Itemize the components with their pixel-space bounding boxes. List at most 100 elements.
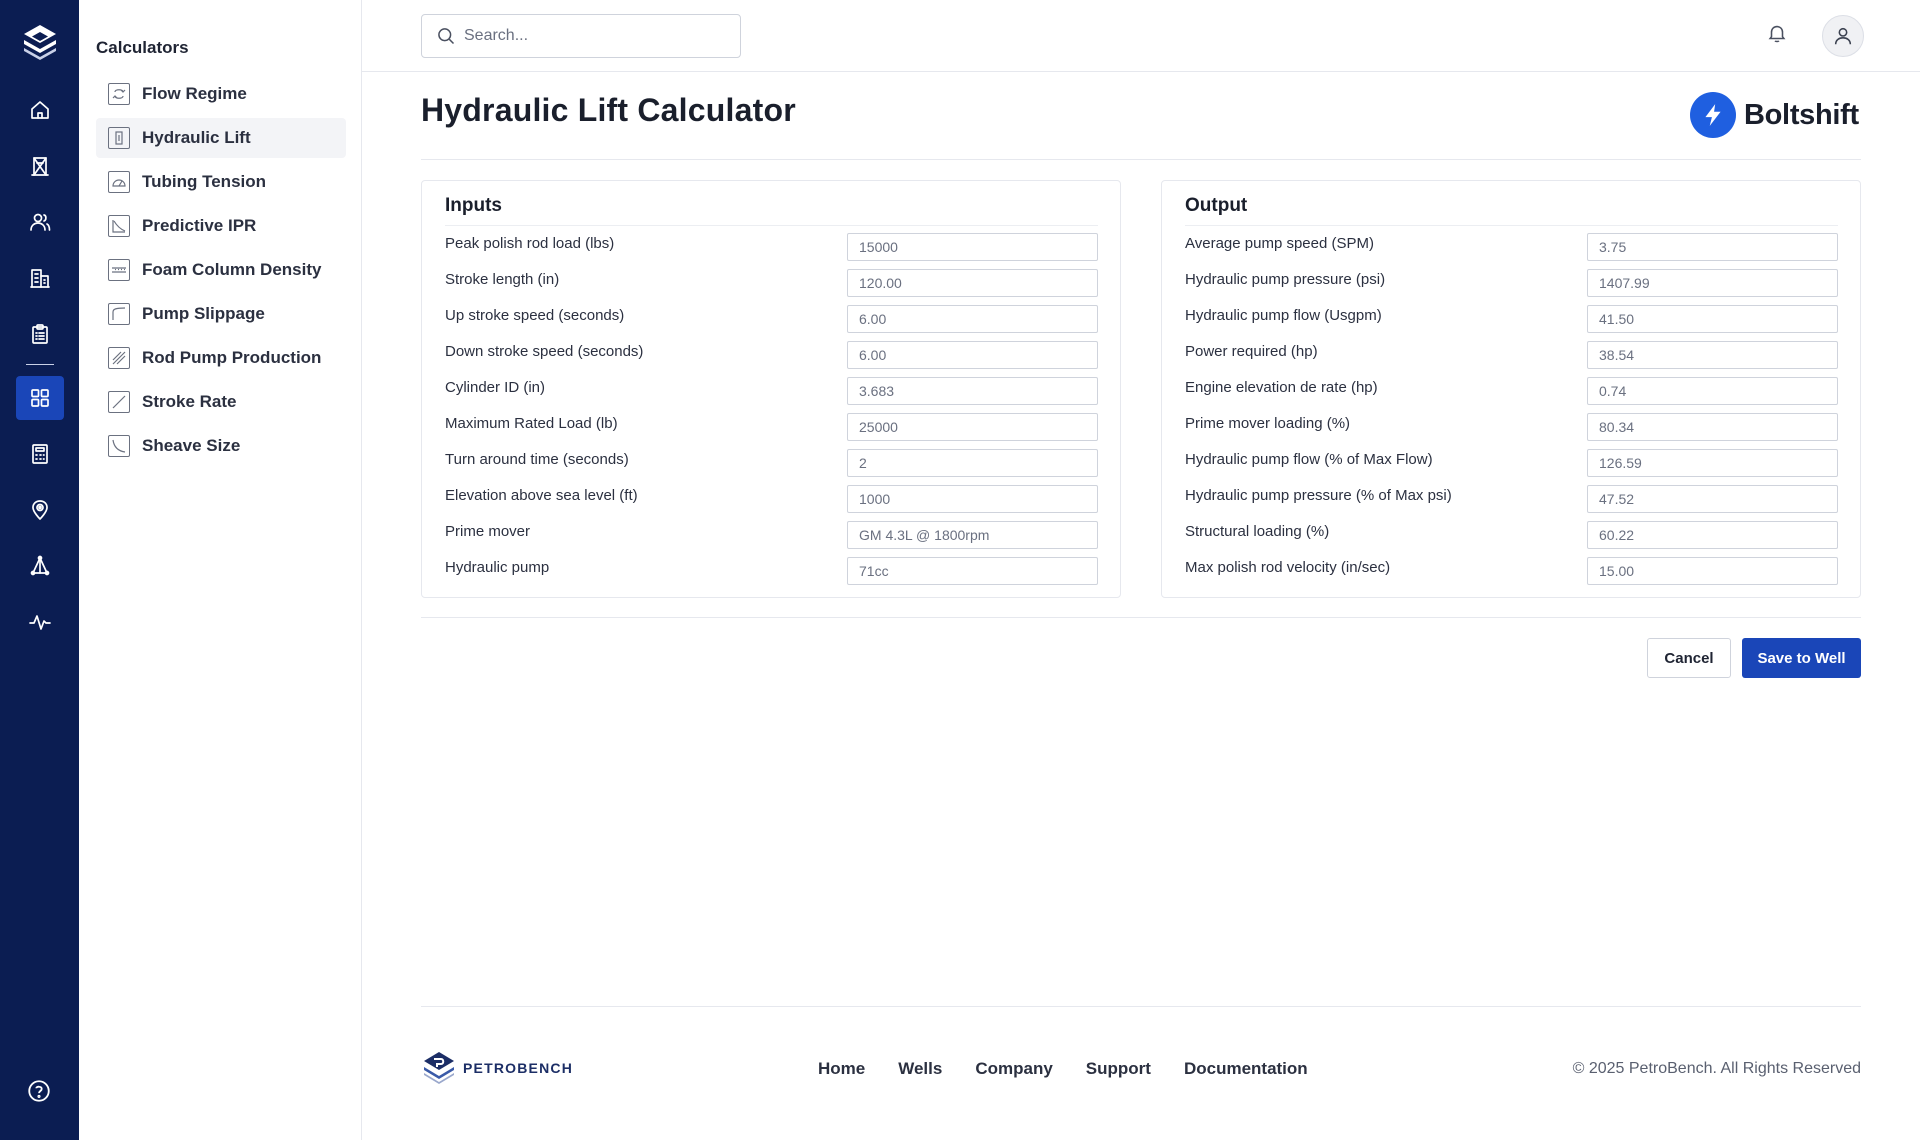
output-heading: Output [1185,195,1248,216]
output-label: Max polish rod velocity (in/sec) [1185,559,1391,576]
stroke-length-field[interactable] [847,269,1098,297]
structural-loading-value [1587,521,1838,549]
input-label: Prime mover [445,523,531,540]
search-input[interactable] [464,27,724,45]
oil-rig-icon[interactable] [16,144,64,188]
average-pump-speed-value [1587,233,1838,261]
output-row: Structural loading (%) [1185,521,1838,557]
footer-link-support[interactable]: Support [1086,1059,1151,1079]
input-row: Turn around time (seconds) [445,449,1098,485]
footer-link-wells[interactable]: Wells [898,1059,942,1079]
output-label: Hydraulic pump pressure (% of Max psi) [1185,487,1452,504]
up-stroke-speed-field[interactable] [847,305,1098,333]
sidebar-item-hydraulic-lift[interactable]: Hydraulic Lift [96,118,346,158]
calculator-icon[interactable] [16,432,64,476]
partner-brand: Boltshift [1690,92,1859,138]
input-row: Down stroke speed (seconds) [445,341,1098,377]
output-label: Hydraulic pump flow (Usgpm) [1185,307,1382,324]
sidebar-heading: Calculators [96,38,189,57]
sheave-size-icon [108,435,130,457]
footer-link-documentation[interactable]: Documentation [1184,1059,1308,1079]
sidebar-item-sheave-size[interactable]: Sheave Size [96,426,346,466]
output-row: Hydraulic pump flow (% of Max Flow) [1185,449,1838,485]
output-row: Power required (hp) [1185,341,1838,377]
inputs-heading: Inputs [445,195,502,216]
elevation-field[interactable] [847,485,1098,513]
output-label: Structural loading (%) [1185,523,1330,540]
title-divider [421,159,1861,160]
output-row: Prime mover loading (%) [1185,413,1838,449]
page-title: Hydraulic Lift Calculator [421,92,796,128]
input-row: Elevation above sea level (ft) [445,485,1098,521]
slippage-chart-icon [108,303,130,325]
cylinder-id-field[interactable] [847,377,1098,405]
max-polish-rod-velocity-value [1587,557,1838,585]
petrobench-logo[interactable]: PETROBENCH [421,1050,573,1086]
input-label: Stroke length (in) [445,271,560,288]
engine-elevation-derate-value [1587,377,1838,405]
inputs-heading-divider [445,225,1098,226]
sidebar-item-stroke-rate[interactable]: Stroke Rate [96,382,346,422]
output-row: Hydraulic pump pressure (psi) [1185,269,1838,305]
input-label: Peak polish rod load (lbs) [445,235,615,252]
input-row: Up stroke speed (seconds) [445,305,1098,341]
sidebar-item-pump-slippage[interactable]: Pump Slippage [96,294,346,334]
sidebar-item-foam-column-density[interactable]: Foam Column Density [96,250,346,290]
input-row: Cylinder ID (in) [445,377,1098,413]
user-avatar[interactable] [1822,15,1864,57]
output-row: Hydraulic pump flow (Usgpm) [1185,305,1838,341]
pump-pressure-percent-value [1587,485,1838,513]
hydraulic-pump-field[interactable] [847,557,1098,585]
maximum-rated-load-field[interactable] [847,413,1098,441]
footer-link-company[interactable]: Company [975,1059,1052,1079]
input-row: Stroke length (in) [445,269,1098,305]
sidebar-item-label: Foam Column Density [142,260,322,279]
peak-polish-rod-load-field[interactable] [847,233,1098,261]
sidebar-item-flow-regime[interactable]: Flow Regime [96,74,346,114]
power-required-value [1587,341,1838,369]
input-label: Up stroke speed (seconds) [445,307,625,324]
sidebar-item-tubing-tension[interactable]: Tubing Tension [96,162,346,202]
input-row: Hydraulic pump [445,557,1098,593]
sidebar-item-rod-pump-production[interactable]: Rod Pump Production [96,338,346,378]
footer-nav: Home Wells Company Support Documentation [818,1059,1341,1079]
hydraulic-lift-icon [108,127,130,149]
app-logo-icon[interactable] [20,22,60,62]
help-icon[interactable] [26,1078,54,1106]
activity-icon[interactable] [16,600,64,644]
output-row: Engine elevation de rate (hp) [1185,377,1838,413]
location-icon[interactable] [16,488,64,532]
building-icon[interactable] [16,256,64,300]
search-box[interactable] [421,14,741,58]
grid-icon[interactable] [16,376,64,420]
hydraulic-pump-pressure-value [1587,269,1838,297]
sidebar-item-label: Tubing Tension [142,172,267,191]
users-icon[interactable] [16,200,64,244]
down-stroke-speed-field[interactable] [847,341,1098,369]
output-label: Prime mover loading (%) [1185,415,1351,432]
sidebar-item-label: Stroke Rate [142,392,237,411]
output-card: Output Average pump speed (SPM) Hydrauli… [1161,180,1861,598]
network-icon[interactable] [16,544,64,588]
gauge-icon [108,171,130,193]
output-label: Power required (hp) [1185,343,1318,360]
output-row: Average pump speed (SPM) [1185,233,1838,269]
clipboard-icon[interactable] [16,312,64,356]
prime-mover-field[interactable] [847,521,1098,549]
input-label: Turn around time (seconds) [445,451,629,468]
footer-link-home[interactable]: Home [818,1059,865,1079]
home-icon[interactable] [16,88,64,132]
save-to-well-button[interactable]: Save to Well [1742,638,1861,678]
notification-bell-icon[interactable] [1766,22,1794,50]
pump-flow-percent-value [1587,449,1838,477]
primary-rail [0,0,79,1140]
copyright-text: © 2025 PetroBench. All Rights Reserved [1572,1060,1861,1077]
output-heading-divider [1185,225,1838,226]
user-icon [1834,27,1852,45]
sidebar-item-label: Sheave Size [142,436,241,455]
prime-mover-loading-value [1587,413,1838,441]
cancel-button[interactable]: Cancel [1647,638,1731,678]
turn-around-time-field[interactable] [847,449,1098,477]
sidebar-item-predictive-ipr[interactable]: Predictive IPR [96,206,346,246]
input-row: Maximum Rated Load (lb) [445,413,1098,449]
